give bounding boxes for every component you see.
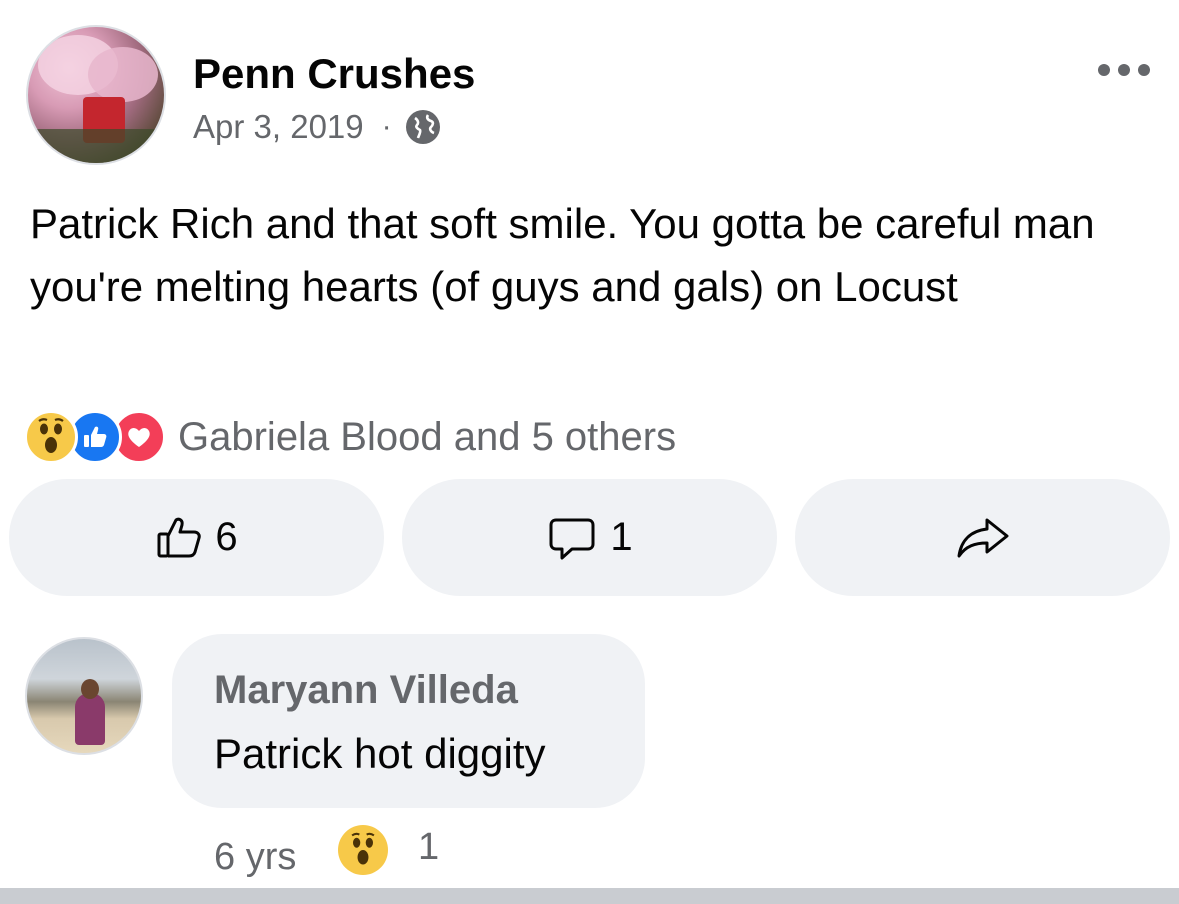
- commenter-avatar[interactable]: [25, 637, 143, 755]
- globe-icon: [405, 110, 440, 144]
- share-arrow-icon: [957, 518, 1008, 557]
- meta-separator: ·: [381, 110, 392, 143]
- thumbs-up-icon: [157, 517, 202, 557]
- wow-icon[interactable]: [338, 825, 388, 875]
- comment-icon: [549, 518, 595, 559]
- post-text: Patrick Rich and that soft smile. You go…: [30, 200, 1095, 310]
- reactions-row[interactable]: Gabriela Blood and 5 others: [24, 410, 676, 464]
- bottom-divider: [0, 888, 1179, 904]
- post-date[interactable]: Apr 3, 2019: [193, 108, 364, 146]
- comment-reaction-count: 1: [418, 826, 440, 868]
- post-meta: Apr 3, 2019 ·: [193, 108, 440, 146]
- wow-icon: [24, 410, 78, 464]
- like-button[interactable]: 6: [9, 479, 384, 596]
- comment-button[interactable]: 1: [402, 479, 777, 596]
- reaction-summary[interactable]: Gabriela Blood and 5 others: [178, 415, 676, 460]
- comment-count: 1: [610, 515, 633, 559]
- comment-bubble: Maryann Villeda Patrick hot diggity: [172, 634, 645, 808]
- like-count: 6: [215, 515, 238, 559]
- comment-author[interactable]: Maryann Villeda: [214, 668, 518, 713]
- share-button[interactable]: [795, 479, 1170, 596]
- comment-text: Patrick hot diggity: [214, 730, 546, 777]
- comment-time[interactable]: 6 yrs: [214, 836, 296, 879]
- more-options-icon[interactable]: [1098, 64, 1150, 76]
- page-avatar[interactable]: [26, 25, 166, 165]
- page-name[interactable]: Penn Crushes: [193, 50, 475, 98]
